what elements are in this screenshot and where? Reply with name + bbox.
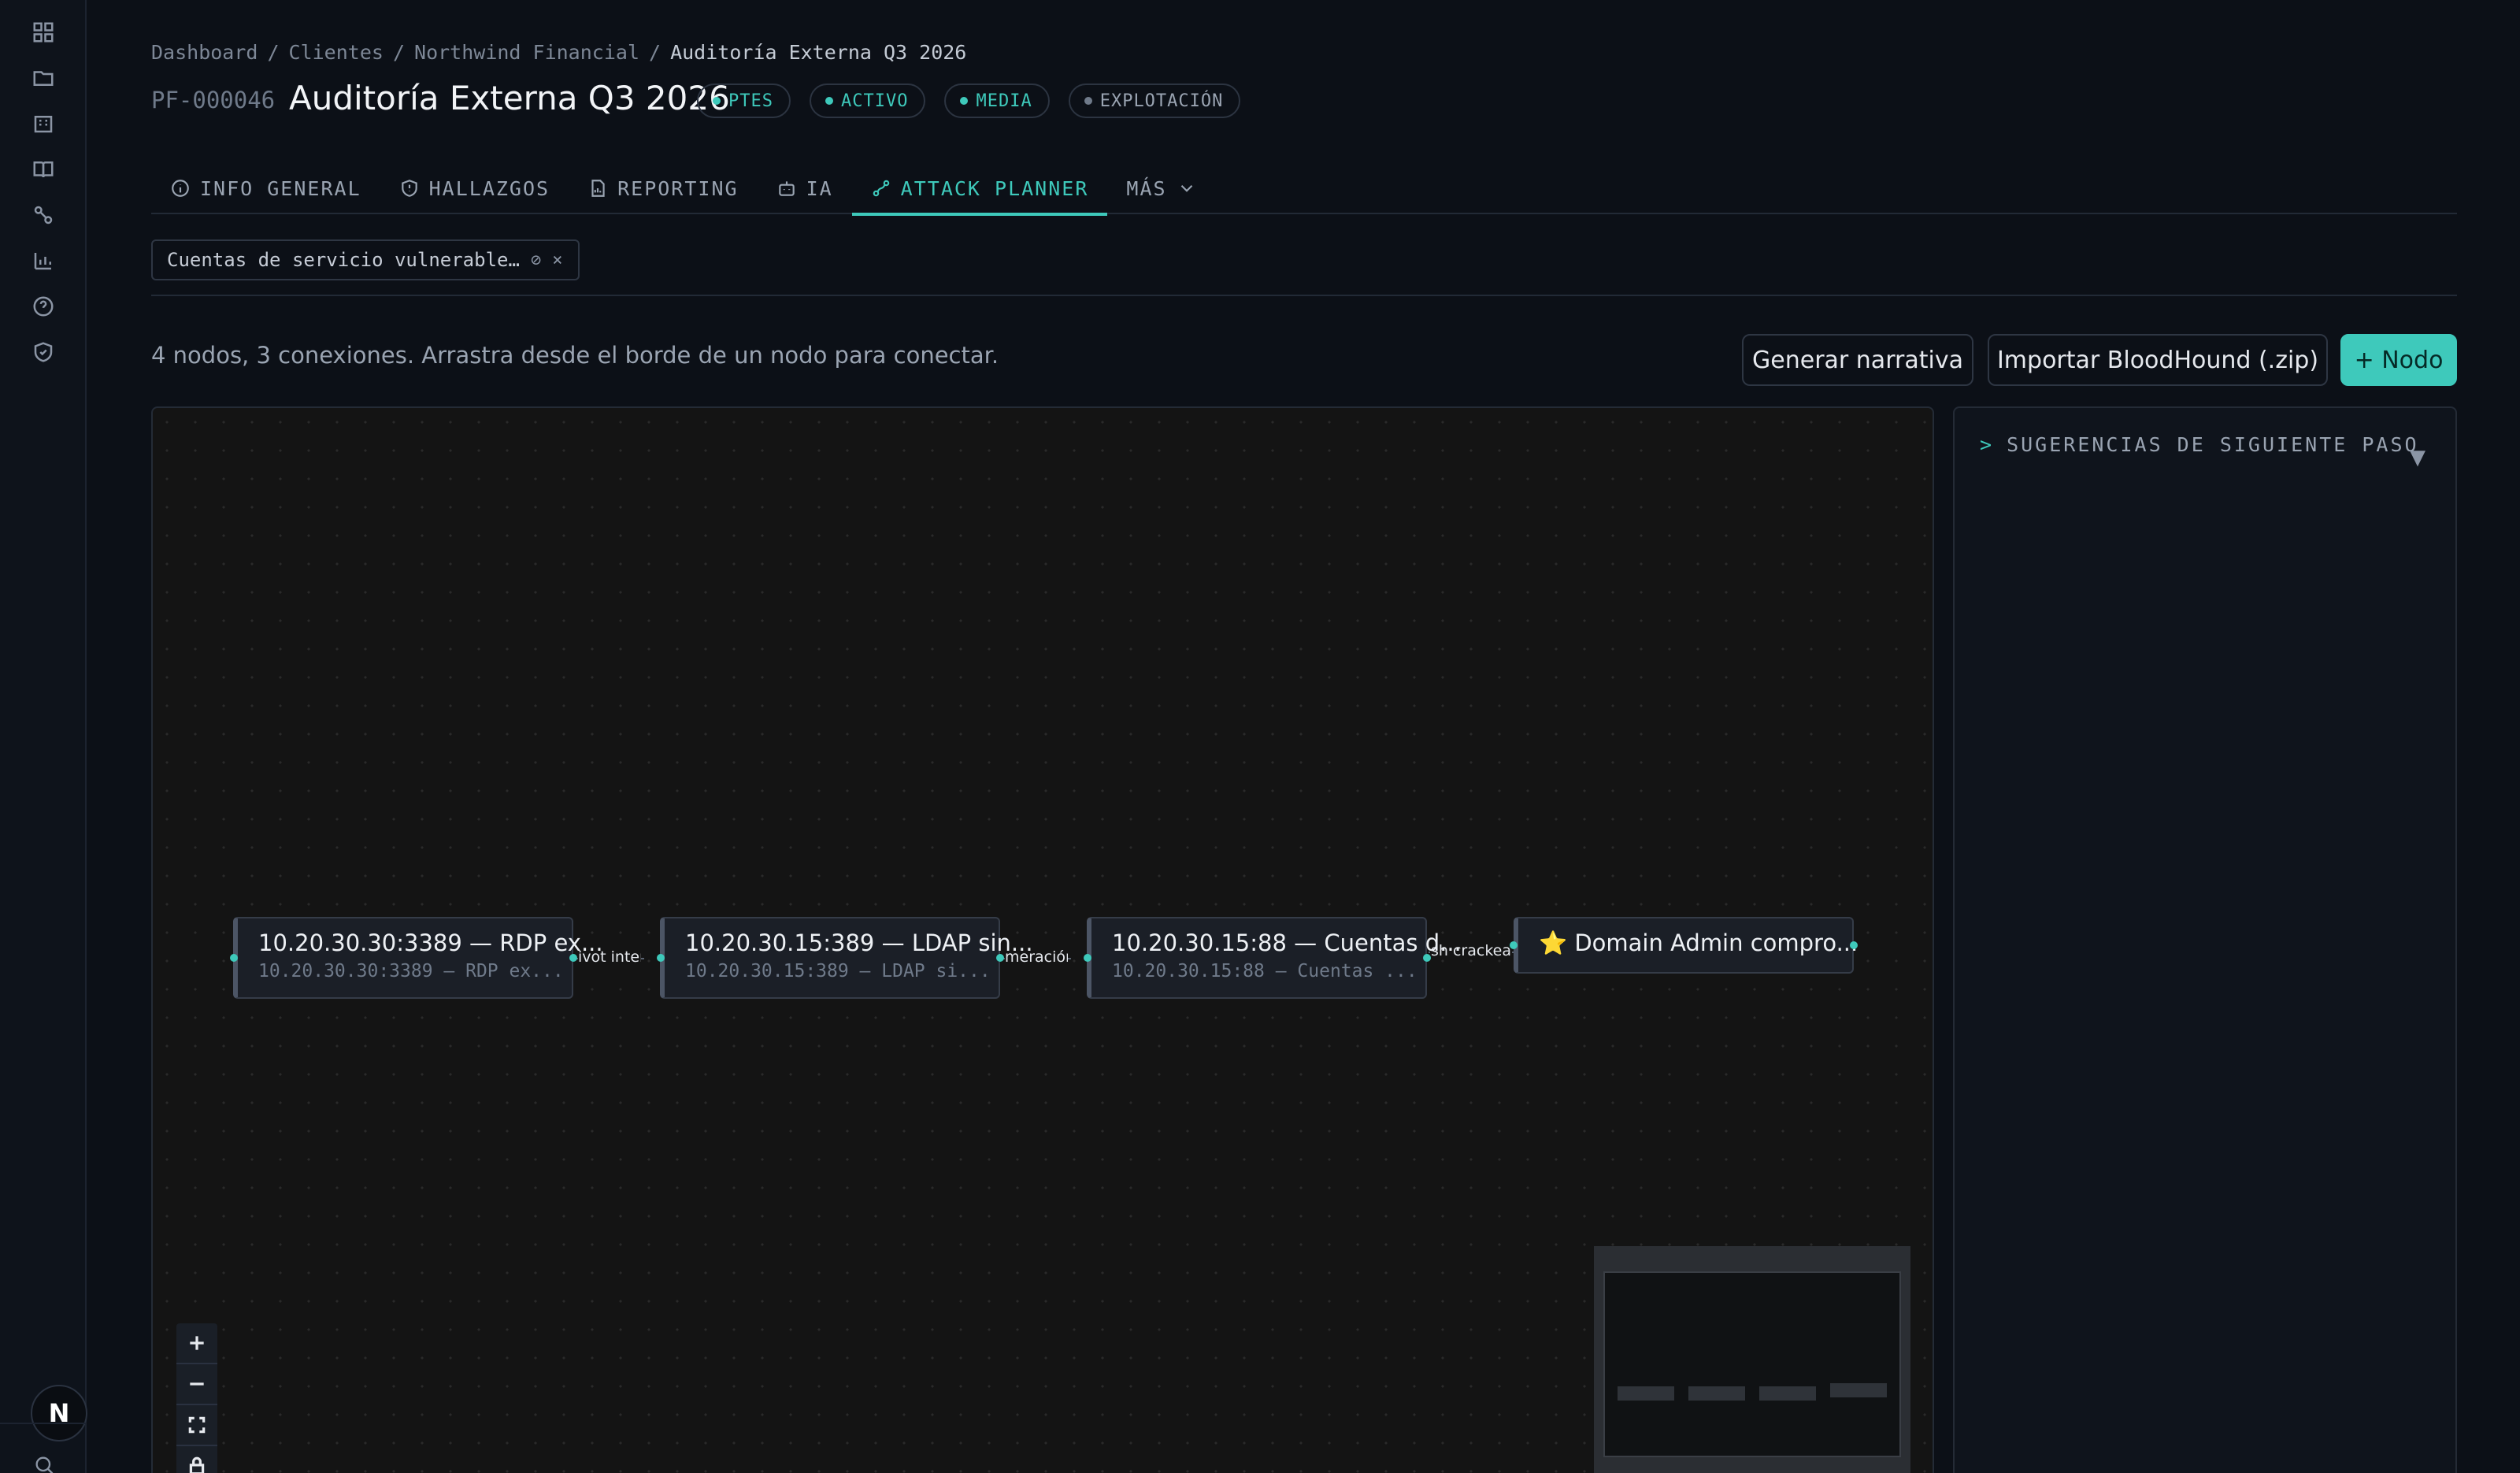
workflow-icon[interactable] [30, 202, 57, 228]
tab-attack-planner[interactable]: ATTACK PLANNER [851, 162, 1108, 216]
project-id: PF-000046 [151, 87, 276, 113]
fit-view-icon [188, 1416, 206, 1434]
node-handle[interactable] [1423, 954, 1431, 962]
sidebar-search[interactable] [0, 1423, 87, 1473]
tab-reporting[interactable]: REPORTING [569, 162, 757, 214]
tab-ia[interactable]: IA [758, 162, 852, 214]
fit-view-button[interactable] [176, 1405, 217, 1446]
generate-narrative-button[interactable]: Generar narrativa [1742, 334, 1973, 386]
minimap-node [1830, 1383, 1887, 1397]
info-icon [172, 180, 189, 197]
tab-mas[interactable]: MÁS [1107, 162, 1215, 214]
dashboard-icon[interactable] [30, 19, 57, 46]
building-icon[interactable] [30, 110, 57, 137]
graph-node-ldap[interactable]: 10.20.30.15:389 — LDAP sin... 10.20.30.1… [660, 917, 1033, 999]
breadcrumb-current: Auditoría Externa Q3 2026 [670, 41, 967, 64]
breadcrumb: Dashboard / Clientes / Northwind Financial / A… [151, 41, 967, 64]
graph-icon [873, 180, 889, 197]
node-handle[interactable] [1850, 941, 1858, 949]
minimap-node [1688, 1386, 1745, 1401]
lock-button[interactable] [176, 1446, 217, 1473]
graph-node-domain-admin[interactable]: ⭐ Domain Admin compro... [1514, 917, 1858, 974]
attack-graph-canvas[interactable]: ivot intern meración S sh crackea 10.20.… [151, 406, 1934, 1473]
shield-check-icon[interactable] [30, 339, 57, 365]
lock-icon [189, 1456, 205, 1473]
robot-icon [778, 181, 795, 196]
node-handle[interactable] [996, 954, 1004, 962]
badge-status: ACTIVO [809, 83, 926, 118]
minimap-node [1618, 1386, 1674, 1401]
minus-icon [190, 1382, 204, 1386]
search-icon [35, 1456, 54, 1473]
node-handle[interactable] [657, 954, 665, 962]
folder-icon[interactable] [30, 65, 57, 91]
filter-chip[interactable]: Cuentas de servicio vulnerable… ⊘ × [151, 239, 580, 280]
tab-hallazgos[interactable]: HALLAZGOS [380, 162, 569, 214]
book-icon[interactable] [30, 156, 57, 183]
breadcrumb-client[interactable]: Northwind Financial [414, 41, 639, 64]
filter-off-icon[interactable]: ⊘ [531, 250, 541, 270]
badge-methodology: PTES [697, 83, 791, 118]
minimap-viewport [1603, 1271, 1901, 1457]
node-handle[interactable] [569, 954, 577, 962]
add-node-button[interactable]: + Nodo [2340, 334, 2457, 386]
collapse-icon[interactable]: ▼ [2410, 446, 2426, 469]
chevron-down-icon [1180, 184, 1192, 192]
node-handle[interactable] [1510, 941, 1518, 949]
suggestions-header[interactable]: > SUGERENCIAS DE SIGUIENTE PASO [1980, 433, 2419, 456]
page-title: Auditoría Externa Q3 2026 [289, 79, 730, 117]
plus-icon [190, 1336, 204, 1350]
filter-bar: Cuentas de servicio vulnerable… ⊘ × [151, 239, 2457, 296]
help-icon[interactable] [30, 293, 57, 320]
minimap[interactable] [1594, 1246, 1910, 1473]
shield-icon [401, 180, 417, 197]
node-handle[interactable] [230, 954, 238, 962]
suggestions-panel: > SUGERENCIAS DE SIGUIENTE PASO ▼ [1953, 406, 2457, 1473]
breadcrumb-clientes[interactable]: Clientes [289, 41, 384, 64]
close-icon[interactable]: × [552, 250, 562, 270]
graph-info: 4 nodos, 3 conexiones. Arrastra desde el… [151, 342, 999, 369]
minimap-node [1759, 1386, 1816, 1401]
zoom-out-button[interactable] [176, 1364, 217, 1405]
badge-priority: MEDIA [944, 83, 1050, 118]
tab-info-general[interactable]: INFO GENERAL [151, 162, 380, 214]
zoom-in-button[interactable] [176, 1323, 217, 1364]
status-badges: PTES ACTIVO MEDIA EXPLOTACIÓN [697, 83, 1241, 118]
report-icon [591, 180, 605, 197]
sidebar: N [0, 0, 87, 1473]
tab-bar: INFO GENERAL HALLAZGOS REPORTING IA ATTA… [151, 162, 2457, 216]
canvas-controls [176, 1323, 217, 1473]
graph-node-rdp[interactable]: 10.20.30.30:3389 — RDP ex... 10.20.30.30… [233, 917, 603, 999]
chart-icon[interactable] [30, 247, 57, 274]
breadcrumb-dashboard[interactable]: Dashboard [151, 41, 258, 64]
import-bloodhound-button[interactable]: Importar BloodHound (.zip) [1988, 334, 2328, 386]
graph-node-kerberos[interactable]: 10.20.30.15:88 — Cuentas d... 10.20.30.1… [1087, 917, 1462, 999]
node-handle[interactable] [1084, 954, 1091, 962]
badge-phase: EXPLOTACIÓN [1068, 83, 1241, 118]
